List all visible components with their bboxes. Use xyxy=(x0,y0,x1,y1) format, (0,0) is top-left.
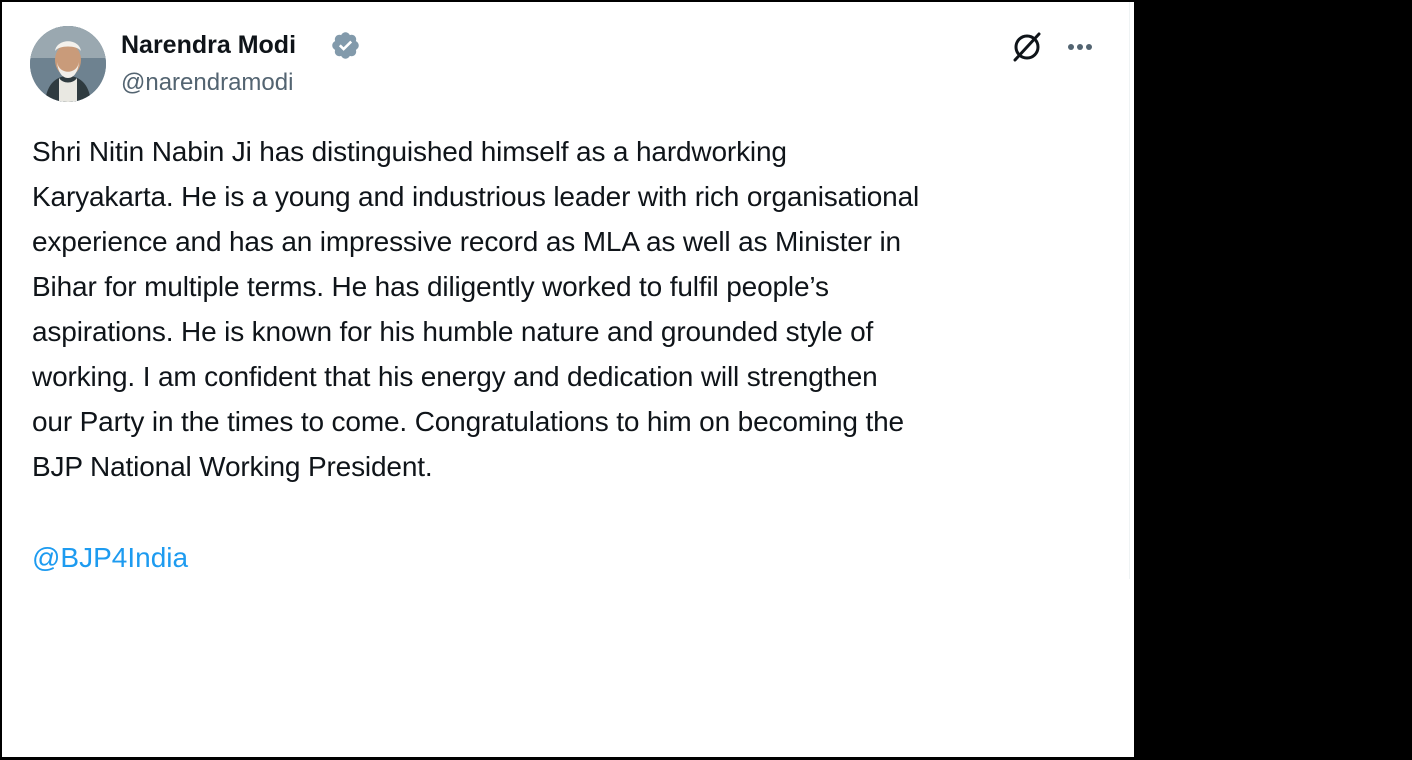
grok-button[interactable] xyxy=(1006,27,1048,67)
mention-link[interactable]: @BJP4India xyxy=(32,535,188,580)
post-text: Shri Nitin Nabin Ji has distinguished hi… xyxy=(32,136,920,482)
author-avatar[interactable] xyxy=(30,26,106,102)
screenshot-frame: Narendra Modi @narendramodi Shri Nitin N… xyxy=(0,0,1412,760)
author-handle[interactable]: @narendramodi xyxy=(121,68,293,98)
author-avatar-image xyxy=(30,26,106,102)
grok-icon xyxy=(1013,32,1041,62)
post-divider xyxy=(1129,2,1130,579)
more-options-icon xyxy=(1068,44,1092,50)
author-name[interactable]: Narendra Modi xyxy=(121,29,296,61)
post-card: Narendra Modi @narendramodi Shri Nitin N… xyxy=(2,2,1134,757)
more-options-button[interactable] xyxy=(1060,27,1100,67)
verified-badge-icon xyxy=(332,32,359,59)
